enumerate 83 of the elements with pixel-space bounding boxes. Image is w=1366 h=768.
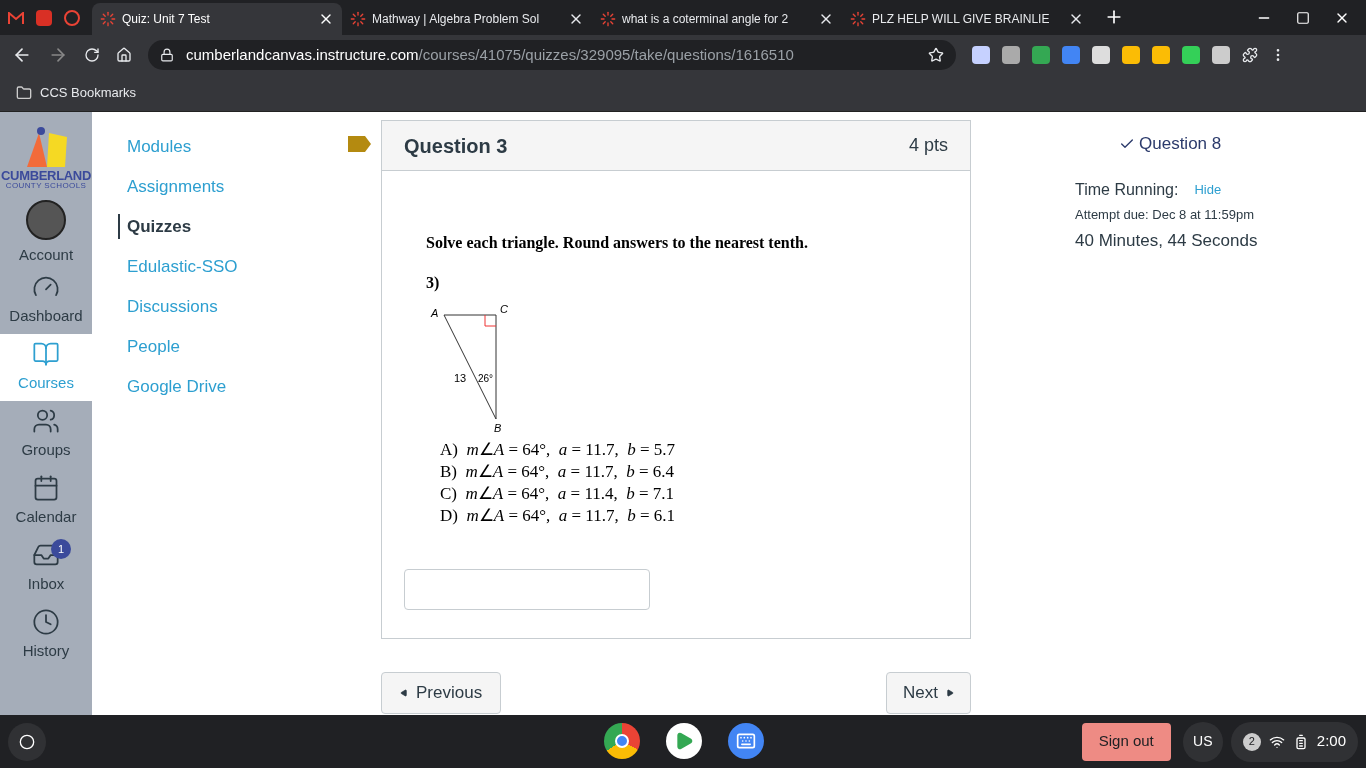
extension-icon[interactable] [1092,46,1110,64]
district-logo[interactable]: CUMBERLAND COUNTY SCHOOLS [0,112,92,200]
avatar-icon [26,200,66,241]
global-nav-item[interactable]: Dashboard [0,267,92,334]
address-bar[interactable]: cumberlandcanvas.instructure.com/courses/41075/quizzes/329095/take/questions/1616510 [148,40,956,70]
instruction-text: Solve each triangle. Round answers to the nearest tenth. [426,233,809,254]
browser-app-icon[interactable] [604,723,640,759]
browser-tab[interactable]: Quiz: Unit 7 Test [92,3,342,35]
clock-text: 2:00 [1316,731,1346,752]
nav-label: Inbox [27,574,65,595]
answer-option: D) m∠A = 64°, a = 11.7, b = 6.1 [440,505,970,527]
bookmark-folder[interactable]: CCS Bookmarks [40,83,137,103]
logo-title: CUMBERLAND [1,168,91,182]
calendar-icon [32,474,60,503]
caret-right-icon [946,689,954,697]
star-icon[interactable] [928,47,944,63]
browser-tab[interactable]: Mathway | Algebra Problem Sol [342,3,592,35]
launcher-button[interactable] [8,722,46,761]
input-method-button[interactable]: US [1182,721,1223,762]
timer-icon[interactable] [64,9,80,26]
extension-icon[interactable] [1212,46,1230,64]
status-tray[interactable]: 2 2:00 [1230,721,1358,762]
course-nav-link[interactable]: Quizzes [118,214,381,239]
notification-count: 2 [1242,732,1261,751]
extension-icon[interactable] [1002,46,1020,64]
reload-icon[interactable] [84,47,100,63]
global-nav-item[interactable]: Account [0,200,92,267]
answer-option: B) m∠A = 64°, a = 11.7, b = 6.4 [440,461,970,483]
triangle-diagram: A C B 13 26° [426,297,526,437]
global-nav-item[interactable]: Groups [0,401,92,468]
timer-label: Time Running: [1075,180,1179,200]
nav-label: Dashboard [9,306,83,327]
tab-title: Quiz: Unit 7 Test [122,11,211,28]
keyboard-app-icon[interactable] [728,723,764,759]
answer-option: A) m∠A = 64°, a = 11.7, b = 5.7 [440,439,970,461]
tab-title: what is a coterminal angle for 2 [622,11,790,28]
favicon-icon [850,11,866,27]
sign-out-button[interactable]: Sign out [1081,722,1171,761]
launcher-icon [19,733,35,750]
flag-icon[interactable] [348,136,371,152]
next-button[interactable]: Next [886,672,971,714]
maximize-icon[interactable] [1296,10,1310,25]
global-nav-item[interactable]: Calendar [0,468,92,535]
question-link[interactable]: Question 8 [1119,131,1366,157]
favicon-icon [100,11,116,27]
extension-icon[interactable] [1152,46,1170,64]
tab-title: PLZ HELP WILL GIVE BRAINLIE [872,11,1051,28]
folder-icon [16,85,32,101]
question-title: Question 3 [404,133,508,159]
nav-label: History [22,641,70,662]
url-text: cumberlandcanvas.instructure.com/courses/41075/quizzes/329095/take/questions/1616510 [186,44,795,65]
global-nav-item[interactable]: 1 Inbox [0,535,92,602]
nav-label: Account [18,245,74,266]
tab-title: Mathway | Algebra Problem Sol [372,11,541,28]
browser-tab[interactable]: PLZ HELP WILL GIVE BRAINLIE [842,3,1092,35]
problem-number: 3) [426,273,441,294]
home-icon[interactable] [116,47,132,63]
browser-tab[interactable]: what is a coterminal angle for 2 [592,3,842,35]
logo-subtitle: COUNTY SCHOOLS [5,181,87,190]
extensions-icon[interactable] [1242,47,1258,63]
favicon-icon [350,11,366,27]
lock-icon [160,48,174,62]
nav-label: Groups [21,440,71,461]
clock-icon [32,608,60,637]
extension-icon[interactable] [1182,46,1200,64]
unread-badge: 1 [51,539,71,559]
elapsed-time: 40 Minutes, 44 Seconds [1075,229,1259,252]
extension-icon[interactable] [1122,46,1140,64]
answer-option: C) m∠A = 64°, a = 11.4, b = 7.1 [440,483,970,505]
extension-icon[interactable] [972,46,990,64]
mail-icon[interactable] [8,11,24,24]
question-points: 4 pts [908,134,948,157]
global-nav-item[interactable]: History [0,602,92,669]
extension-icon[interactable] [1032,46,1050,64]
caret-left-icon [400,689,408,697]
due-date: Attempt due: Dec 8 at 11:59pm [1075,206,1255,224]
previous-button[interactable]: Previous [381,672,502,714]
favicon-icon [600,11,616,27]
nav-label: Calendar [15,507,77,528]
store-app-icon[interactable] [666,723,702,759]
app-icon[interactable] [36,9,52,26]
nav-label: Courses [18,373,74,394]
answer-field[interactable] [404,569,650,610]
